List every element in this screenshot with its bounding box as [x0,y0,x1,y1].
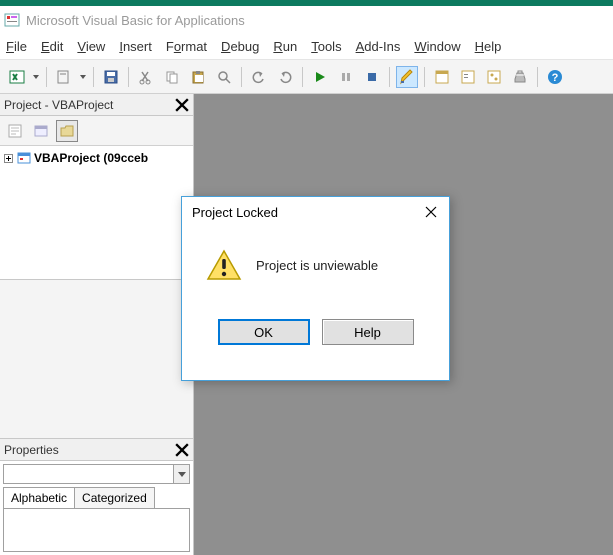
project-explorer-toolbar [0,116,193,146]
menu-debug[interactable]: Debug [221,39,259,54]
separator [93,67,94,87]
separator [389,67,390,87]
reset-icon[interactable] [361,66,383,88]
tab-alphabetic[interactable]: Alphabetic [3,487,75,508]
dropdown-icon[interactable] [32,75,40,79]
menu-tools[interactable]: Tools [311,39,341,54]
separator [241,67,242,87]
separator [46,67,47,87]
design-mode-icon[interactable] [396,66,418,88]
close-icon[interactable] [173,96,191,114]
run-icon[interactable] [309,66,331,88]
menu-addins[interactable]: Add-Ins [356,39,401,54]
menubar: File Edit View Insert Format Debug Run T… [0,34,613,60]
copy-icon[interactable] [161,66,183,88]
object-browser-icon[interactable] [483,66,505,88]
redo-icon[interactable] [274,66,296,88]
separator [128,67,129,87]
toolbox-icon[interactable] [509,66,531,88]
project-label: VBAProject (09cceb [34,151,148,165]
project-tree[interactable]: VBAProject (09cceb [0,146,193,279]
menu-format[interactable]: Format [166,39,207,54]
properties-header: Properties [0,439,193,461]
project-explorer-title: Project - VBAProject [4,98,113,112]
ok-button[interactable]: OK [218,319,310,345]
find-icon[interactable] [213,66,235,88]
app-title: Microsoft Visual Basic for Applications [26,13,245,28]
help-button[interactable]: Help [322,319,414,345]
paste-icon[interactable] [187,66,209,88]
view-object-icon[interactable] [30,120,52,142]
properties-grid[interactable] [3,508,190,552]
menu-help[interactable]: Help [475,39,502,54]
menu-view[interactable]: View [77,39,105,54]
properties-object-combo[interactable] [3,464,190,484]
properties-icon[interactable] [457,66,479,88]
view-code-icon[interactable] [4,120,26,142]
dialog-title: Project Locked [192,205,278,220]
left-panels: Project - VBAProject VBAProject (09cceb … [0,94,194,555]
dialog-message: Project is unviewable [256,258,378,273]
break-icon[interactable] [335,66,357,88]
project-locked-dialog: Project Locked Project is unviewable OK … [181,196,450,381]
dropdown-icon[interactable] [79,75,87,79]
project-explorer-header: Project - VBAProject [0,94,193,116]
chevron-down-icon[interactable] [173,465,189,483]
close-icon[interactable] [419,200,443,224]
project-icon [16,150,32,166]
expand-icon[interactable] [2,152,14,164]
toggle-folders-icon[interactable] [56,120,78,142]
separator [424,67,425,87]
excel-icon[interactable] [6,66,28,88]
undo-icon[interactable] [248,66,270,88]
separator [302,67,303,87]
menu-window[interactable]: Window [414,39,460,54]
tab-categorized[interactable]: Categorized [74,487,155,508]
help-icon[interactable]: ? [544,66,566,88]
menu-insert[interactable]: Insert [119,39,152,54]
menu-edit[interactable]: Edit [41,39,63,54]
insert-icon[interactable] [53,66,75,88]
toolbar: ? [0,60,613,94]
svg-text:?: ? [552,72,559,84]
dialog-titlebar: Project Locked [182,197,449,227]
project-explorer-icon[interactable] [431,66,453,88]
panel-gap [0,279,193,439]
menu-run[interactable]: Run [273,39,297,54]
close-icon[interactable] [173,441,191,459]
warning-icon [206,247,242,283]
titlebar: Microsoft Visual Basic for Applications [0,6,613,34]
properties-tabs: Alphabetic Categorized [0,487,193,508]
menu-file[interactable]: File [6,39,27,54]
properties-title: Properties [4,443,59,457]
separator [537,67,538,87]
vba-app-icon [4,12,20,28]
tree-root[interactable]: VBAProject (09cceb [2,150,191,166]
properties-body: Alphabetic Categorized [0,461,193,555]
save-icon[interactable] [100,66,122,88]
cut-icon[interactable] [135,66,157,88]
